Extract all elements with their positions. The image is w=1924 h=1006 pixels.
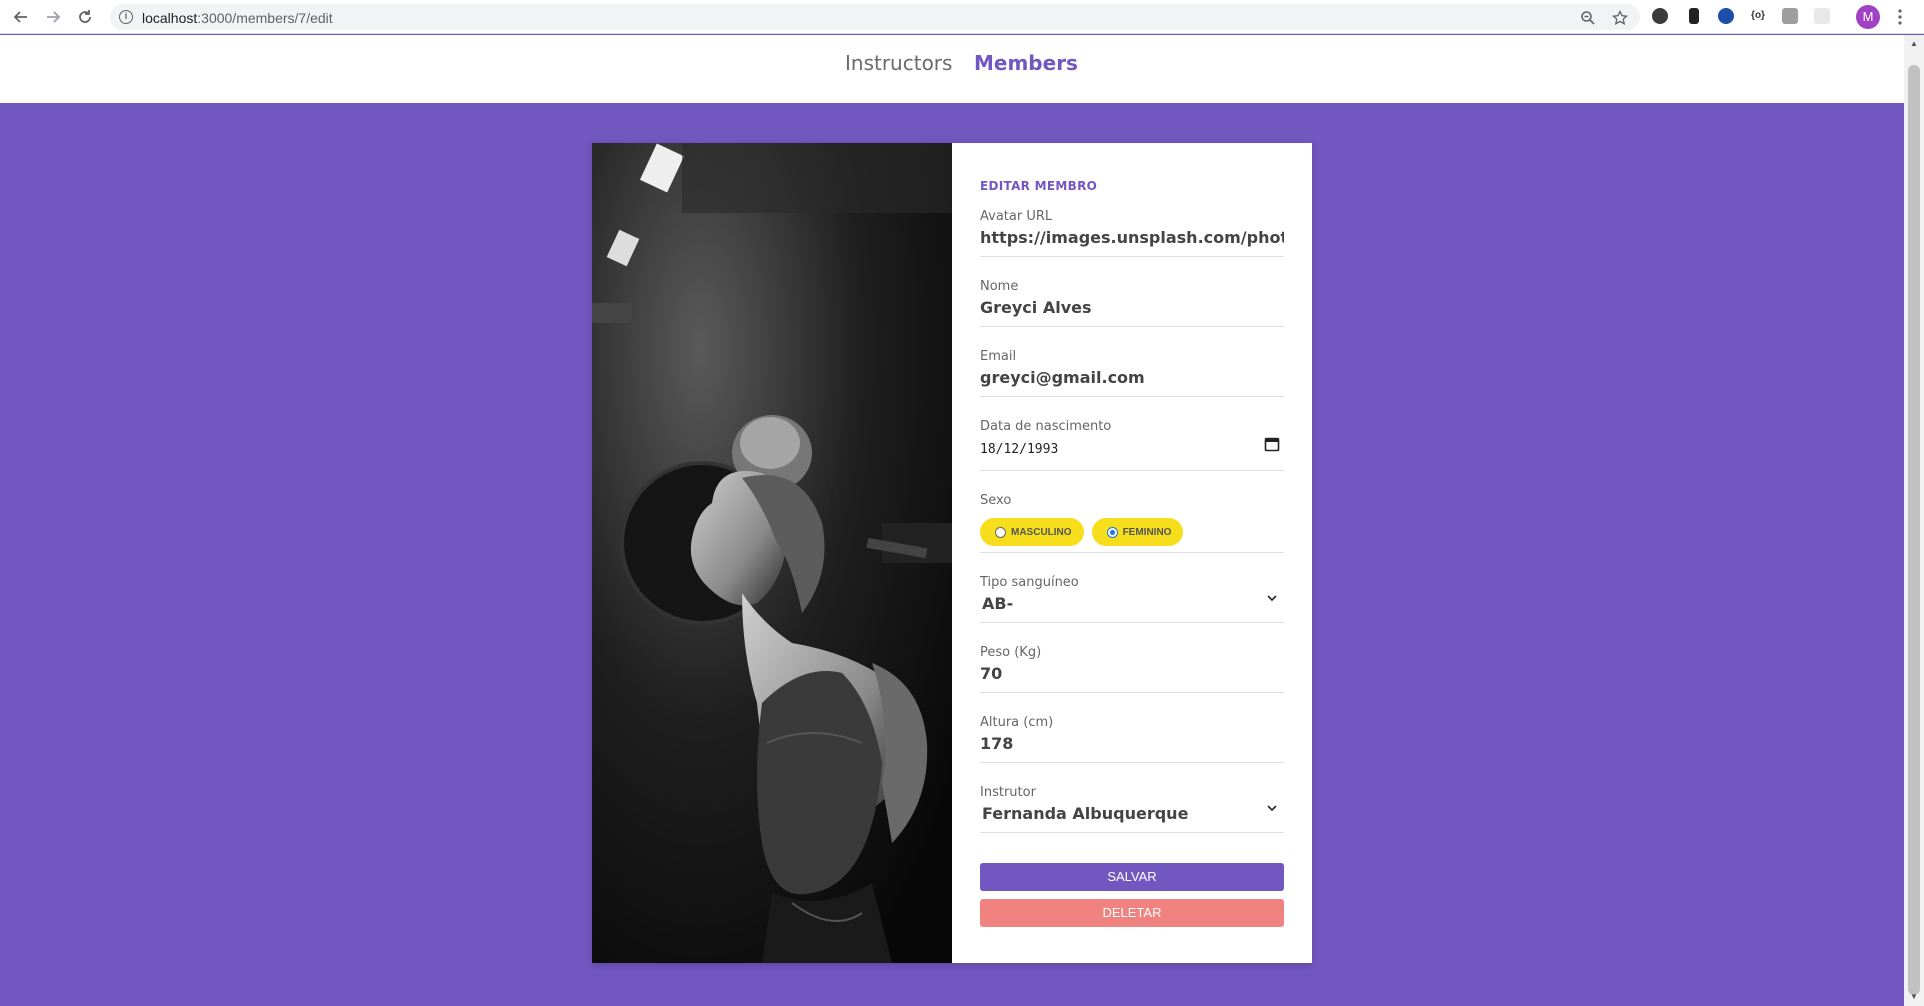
height-field[interactable]: Altura (cm) 178 (980, 715, 1284, 763)
extension-icon-2[interactable] (1689, 8, 1699, 24)
extension-icon-4[interactable]: {o} (1750, 8, 1766, 24)
weight-label: Peso (Kg) (980, 645, 1042, 660)
app-header: Instructors Members (0, 35, 1904, 103)
info-icon[interactable]: i (119, 10, 133, 24)
radio-feminino-circle[interactable] (1106, 526, 1118, 538)
height-input[interactable]: 178 (980, 734, 1284, 753)
nav-instructors[interactable]: Instructors (845, 51, 952, 75)
radio-masculino-circle[interactable] (995, 526, 1006, 538)
blood-type-label: Tipo sanguíneo (980, 575, 1079, 590)
email-input[interactable]: greyci@gmail.com (980, 368, 1284, 387)
avatar-url-input[interactable]: https://images.unsplash.com/photo-155 (980, 228, 1284, 247)
email-label: Email (980, 349, 1017, 364)
extension-icon-1[interactable] (1652, 8, 1668, 24)
birth-date-field[interactable]: Data de nascimento 18/12/1993 (980, 419, 1284, 471)
edit-member-form: EDITAR MEMBRO Avatar URL https://images.… (952, 143, 1312, 963)
birth-date-input[interactable]: 18/12/1993 (980, 442, 1284, 457)
scroll-thumb[interactable] (1908, 65, 1920, 995)
nav-members[interactable]: Members (974, 51, 1078, 75)
scroll-up-icon[interactable]: ▲ (1909, 39, 1919, 49)
scroll-down-icon[interactable]: ▼ (1909, 992, 1919, 1002)
weight-input[interactable]: 70 (980, 664, 1284, 683)
instructor-field[interactable]: Instrutor Fernanda Albuquerque (980, 785, 1284, 833)
radio-masculino[interactable]: MASCULINO (980, 518, 1084, 546)
gender-radio-group: MASCULINO FEMININO (980, 518, 1284, 546)
gender-label: Sexo (980, 493, 1012, 508)
forward-icon[interactable] (42, 6, 64, 28)
reload-icon[interactable] (74, 6, 96, 28)
name-label: Nome (980, 279, 1019, 294)
extension-icon-5[interactable] (1782, 8, 1798, 24)
extension-icon-3[interactable] (1718, 8, 1734, 24)
weight-field[interactable]: Peso (Kg) 70 (980, 645, 1284, 693)
chevron-down-icon[interactable] (1266, 804, 1278, 812)
profile-avatar[interactable]: M (1856, 5, 1880, 29)
calendar-icon[interactable] (1264, 436, 1280, 452)
name-field[interactable]: Nome Greyci Alves (980, 279, 1284, 327)
blood-type-field[interactable]: Tipo sanguíneo AB- (980, 575, 1284, 623)
extension-icon-6[interactable] (1814, 8, 1830, 24)
radio-feminino[interactable]: FEMININO (1091, 518, 1184, 546)
form-title: EDITAR MEMBRO (980, 179, 1098, 193)
instructor-select[interactable]: Fernanda Albuquerque (980, 804, 1284, 823)
birth-date-label: Data de nascimento (980, 419, 1112, 434)
member-photo (592, 143, 952, 963)
browser-toolbar: i localhost:3000/members/7/edit {o} M (0, 0, 1924, 34)
blood-type-select[interactable]: AB- (980, 594, 1284, 613)
back-icon[interactable] (10, 6, 32, 28)
save-button[interactable]: SALVAR (980, 863, 1284, 891)
chevron-down-icon[interactable] (1266, 594, 1278, 602)
delete-button[interactable]: DELETAR (980, 899, 1284, 927)
name-input[interactable]: Greyci Alves (980, 298, 1284, 317)
page-scrollbar[interactable]: ▲ ▼ (1904, 35, 1924, 1006)
radio-masculino-label: MASCULINO (1011, 526, 1072, 538)
address-bar[interactable]: i localhost:3000/members/7/edit (110, 4, 1640, 30)
gender-field: Sexo MASCULINO FEMININO (980, 493, 1284, 553)
zoom-icon[interactable] (1580, 10, 1596, 26)
menu-icon[interactable] (1898, 8, 1902, 26)
radio-feminino-label: FEMININO (1122, 526, 1172, 538)
avatar-url-label: Avatar URL (980, 209, 1053, 224)
instructor-label: Instrutor (980, 785, 1036, 800)
email-field[interactable]: Email greyci@gmail.com (980, 349, 1284, 397)
url-text: localhost:3000/members/7/edit (142, 10, 333, 26)
member-card: EDITAR MEMBRO Avatar URL https://images.… (592, 143, 1312, 963)
height-label: Altura (cm) (980, 715, 1054, 730)
avatar-url-field[interactable]: Avatar URL https://images.unsplash.com/p… (980, 209, 1284, 257)
star-icon[interactable] (1612, 10, 1628, 26)
